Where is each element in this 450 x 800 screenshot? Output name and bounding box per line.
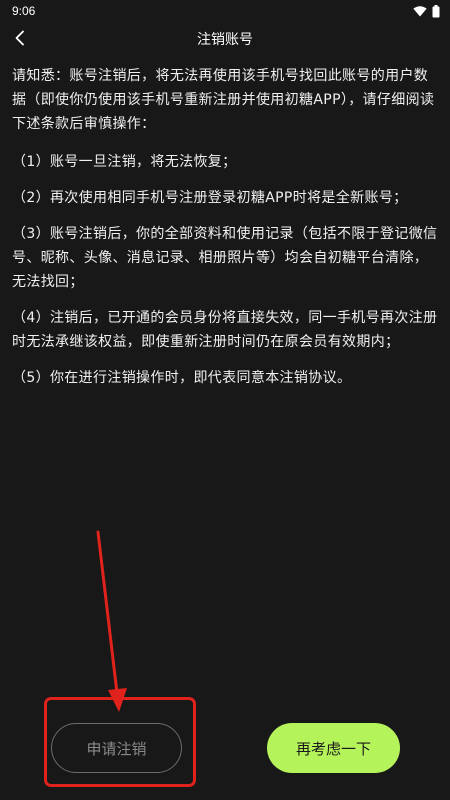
cancellation-agreement: 请知悉：账号注销后，将无法再使用该手机号找回此账号的用户数据（即使你仍使用该手机…	[12, 64, 442, 402]
status-time: 9:06	[12, 4, 36, 18]
term-item: （4）注销后，已开通的会员身份将直接失效，同一手机号再次注册时无法承继该权益，即…	[12, 310, 438, 350]
term-item: （1）账号一旦注销，将无法恢复；	[12, 154, 237, 170]
term-item: （2）再次使用相同手机号注册登录初糖APP时将是全新账号；	[12, 190, 408, 206]
term-item: （3）账号注销后，你的全部资料和使用记录（包括不限于登记微信号、昵称、头像、消息…	[12, 226, 438, 290]
status-icons	[413, 4, 440, 18]
agreement-intro: 请知悉：账号注销后，将无法再使用该手机号找回此账号的用户数据（即使你仍使用该手机…	[12, 68, 435, 132]
wifi-icon	[413, 5, 427, 17]
page-title: 注销账号	[197, 32, 253, 48]
reconsider-button[interactable]: 再考虑一下	[267, 723, 400, 773]
apply-cancellation-button[interactable]: 申请注销	[51, 723, 182, 773]
term-item: （5）你在进行注销操作时，即代表同意本注销协议。	[12, 370, 352, 386]
status-bar: 9:06	[0, 0, 450, 22]
battery-icon	[432, 4, 440, 18]
nav-bar: 注销账号	[0, 22, 450, 58]
